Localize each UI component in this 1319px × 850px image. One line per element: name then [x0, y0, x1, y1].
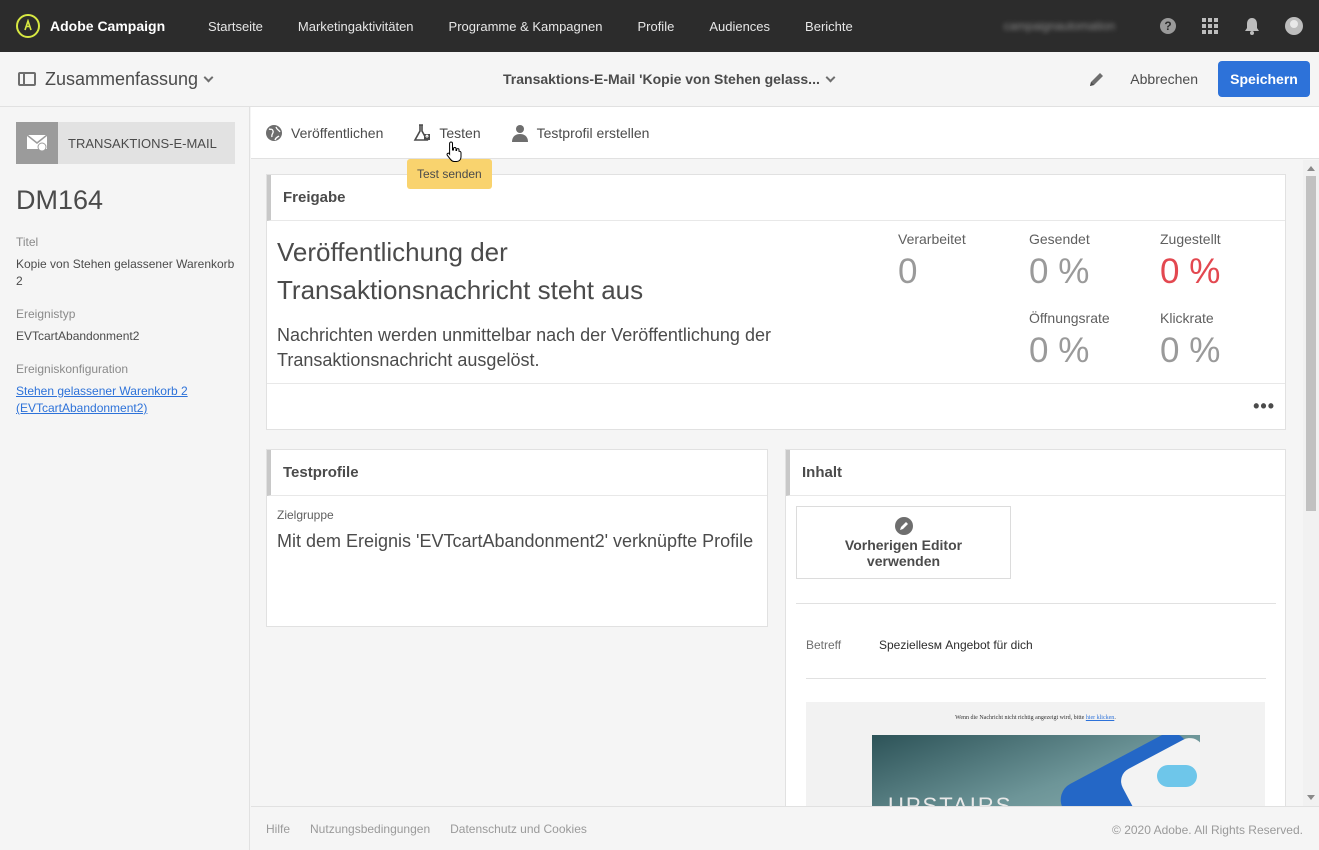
action-toolbar: Veröffentlichen Testen Testprofil erstel…: [251, 107, 1319, 159]
email-preview[interactable]: Wenn die Nachricht nicht richtig angezei…: [806, 702, 1265, 806]
title-value: Kopie von Stehen gelassener Warenkorb 2: [16, 257, 235, 288]
person-icon: [511, 124, 528, 142]
footer-link-help[interactable]: Hilfe: [266, 822, 290, 836]
summary-panel: TRANSAKTIONS-E-MAIL DM164 Titel Kopie vo…: [0, 107, 250, 850]
copyright: © 2020 Adobe. All Rights Reserved.: [1112, 823, 1303, 837]
release-card-footer: •••: [267, 383, 1285, 429]
summary-label: Zusammenfassung: [45, 68, 199, 89]
content-header: Inhalt: [786, 450, 1285, 496]
create-test-profile-label: Testprofil erstellen: [536, 124, 650, 141]
adobe-campaign-logo-icon: [16, 14, 40, 38]
header-actions: Abbrechen Speichern: [1086, 61, 1310, 97]
use-previous-editor-button[interactable]: Vorherigen Editor verwenden: [796, 506, 1011, 579]
brand[interactable]: Adobe Campaign: [0, 14, 208, 38]
kpi-open-rate-value: 0 %: [1029, 331, 1090, 370]
cancel-button[interactable]: Abbrechen: [1130, 71, 1198, 87]
chevron-down-icon: [203, 72, 214, 82]
hand-cursor-icon: [446, 141, 462, 162]
kpi-delivered-label: Zugestellt: [1160, 231, 1221, 247]
main-scrollbar[interactable]: [1303, 160, 1319, 806]
kpi-sent-value: 0 %: [1029, 252, 1090, 291]
flask-icon: [414, 123, 431, 141]
preview-hero-image: UPSTAIRS: [872, 735, 1200, 806]
nav-item-audiences[interactable]: Audiences: [709, 19, 770, 34]
kpi-open-rate-label: Öffnungsrate: [1029, 310, 1110, 326]
user-avatar-icon[interactable]: [1285, 17, 1303, 35]
divider: [806, 678, 1266, 679]
cloud-icon: [1157, 765, 1197, 787]
test-button[interactable]: Testen: [413, 123, 481, 142]
footer-link-terms[interactable]: Nutzungsbedingungen: [310, 822, 430, 836]
user-name[interactable]: campaignautomation: [1004, 19, 1115, 33]
kpi-click-rate-label: Klickrate: [1160, 310, 1214, 326]
summary-toggle[interactable]: Zusammenfassung: [0, 68, 214, 90]
publish-label: Veröffentlichen: [291, 124, 384, 141]
scroll-up-arrow-icon[interactable]: [1307, 166, 1315, 171]
scroll-down-arrow-icon[interactable]: [1307, 795, 1315, 800]
footer-link-privacy[interactable]: Datenschutz und Cookies: [450, 822, 587, 836]
test-profiles-card: Testprofile Zielgruppe Mit dem Ereignis …: [266, 449, 768, 627]
preview-note-link[interactable]: hier klicken: [1086, 715, 1115, 721]
nav-right: campaignautomation ?: [1004, 17, 1319, 35]
divider: [796, 603, 1276, 604]
kpi-processed-label: Verarbeitet: [898, 231, 966, 247]
envelope-icon: [16, 122, 58, 164]
sub-header: Zusammenfassung Transaktions-E-Mail 'Kop…: [0, 52, 1319, 107]
preview-note: Wenn die Nachricht nicht richtig angezei…: [955, 715, 1116, 721]
nav-item-marketingaktivitaeten[interactable]: Marketingaktivitäten: [298, 19, 414, 34]
event-config-link[interactable]: Stehen gelassener Warenkorb 2 (EVTcartAb…: [16, 383, 238, 417]
subject-label: Betreff: [806, 638, 842, 652]
top-navigation: Adobe Campaign Startseite Marketingaktiv…: [0, 0, 1319, 52]
help-glyph: ?: [1160, 18, 1176, 34]
event-type-label: Ereignistyp: [16, 307, 76, 321]
bell-icon[interactable]: [1243, 17, 1261, 35]
page-footer: Hilfe Nutzungsbedingungen Datenschutz un…: [251, 806, 1319, 850]
kpi-processed-value: 0: [898, 252, 918, 291]
content-card: Inhalt Vorherigen Editor verwenden Betre…: [785, 449, 1286, 806]
kpi-sent-label: Gesendet: [1029, 231, 1090, 247]
nav-menu: Startseite Marketingaktivitäten Programm…: [208, 19, 888, 34]
save-button[interactable]: Speichern: [1218, 61, 1310, 97]
nav-item-programme-kampagnen[interactable]: Programme & Kampagnen: [449, 19, 603, 34]
nav-item-berichte[interactable]: Berichte: [805, 19, 853, 34]
test-profiles-header: Testprofile: [267, 450, 767, 496]
release-status-description: Nachrichten werden unmittelbar nach der …: [277, 325, 771, 370]
kpi-click-rate-value: 0 %: [1160, 331, 1221, 370]
test-label: Testen: [439, 124, 481, 141]
pencil-icon: [894, 516, 913, 535]
scroll-thumb[interactable]: [1306, 176, 1316, 511]
main-content: Freigabe Veröffentlichung der Transaktio…: [251, 160, 1303, 806]
test-send-tooltip: Test senden: [407, 159, 492, 189]
apps-grid-icon[interactable]: [1201, 17, 1219, 35]
help-icon[interactable]: ?: [1159, 17, 1177, 35]
message-id: DM164: [16, 185, 104, 215]
preview-note-text: Wenn die Nachricht nicht richtig angezei…: [955, 715, 1085, 721]
nav-item-profile[interactable]: Profile: [637, 19, 674, 34]
event-type-value: EVTcartAbandonment2: [16, 329, 140, 343]
release-card: Freigabe Veröffentlichung der Transaktio…: [266, 174, 1286, 430]
document-title[interactable]: Transaktions-E-Mail 'Kopie von Stehen ge…: [503, 71, 836, 87]
subject-value: Speziellesм Angebot für dich: [879, 638, 1033, 652]
more-icon[interactable]: •••: [1253, 396, 1275, 417]
event-config-label: Ereigniskonfiguration: [16, 362, 129, 376]
publish-button[interactable]: Veröffentlichen: [265, 124, 383, 142]
chevron-down-icon: [825, 72, 836, 82]
document-title-text: Transaktions-E-Mail 'Kopie von Stehen ge…: [503, 71, 820, 87]
target-value[interactable]: Mit dem Ereignis 'EVTcartAbandonment2' v…: [277, 531, 753, 552]
message-type-badge: TRANSAKTIONS-E-MAIL: [16, 122, 235, 164]
create-test-profile-button[interactable]: Testprofil erstellen: [511, 124, 650, 142]
kpi-delivered-value: 0 %: [1160, 252, 1221, 291]
pencil-icon[interactable]: [1086, 68, 1108, 90]
app-name: Adobe Campaign: [50, 18, 166, 34]
hero-text: UPSTAIRS: [888, 793, 1013, 806]
target-label: Zielgruppe: [277, 508, 334, 522]
message-type-label: TRANSAKTIONS-E-MAIL: [68, 135, 217, 151]
title-label: Titel: [16, 235, 39, 249]
release-status-title: Veröffentlichung der Transaktionsnachric…: [277, 237, 644, 305]
nav-item-startseite[interactable]: Startseite: [208, 19, 263, 34]
globe-icon: [266, 124, 282, 141]
use-previous-editor-label: Vorherigen Editor verwenden: [844, 536, 963, 569]
panel-icon: [18, 72, 36, 86]
